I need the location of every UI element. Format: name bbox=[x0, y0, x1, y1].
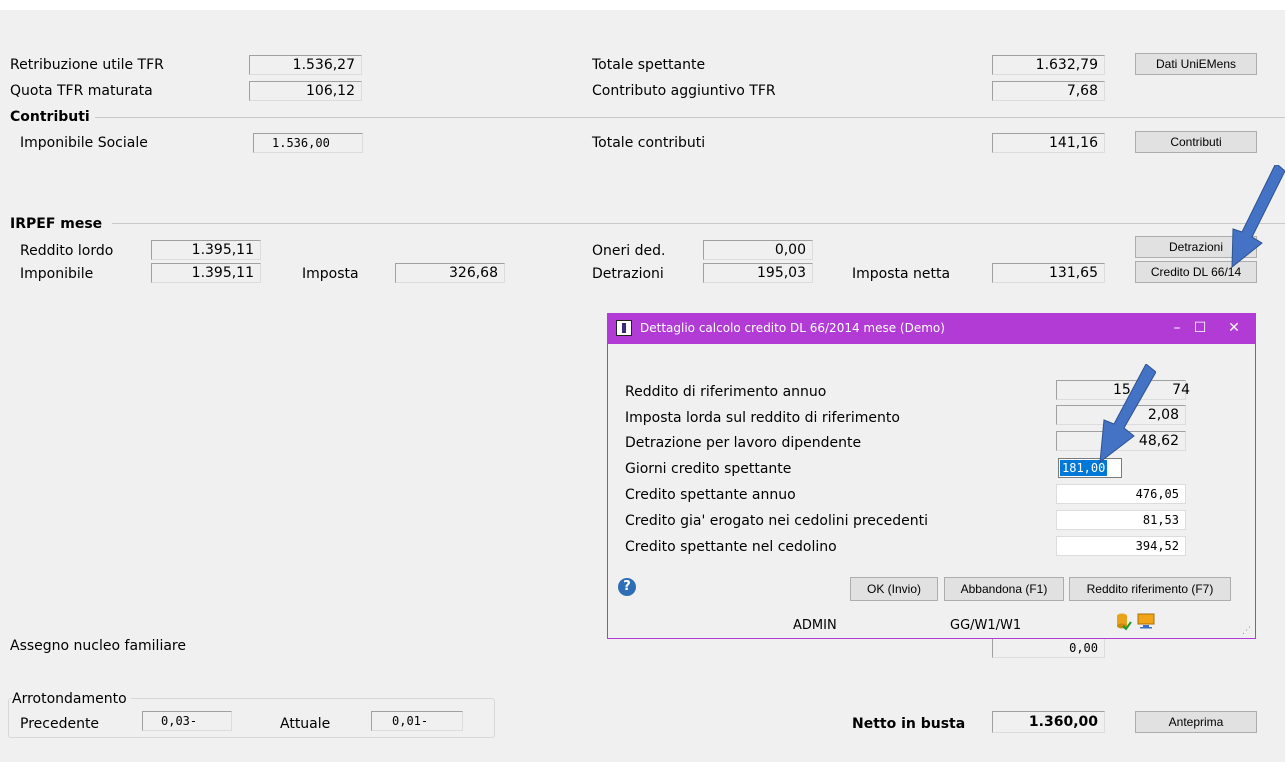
credito-annuo-field[interactable]: 476,05 bbox=[1056, 484, 1186, 504]
dialog-row-label: Credito spettante annuo bbox=[625, 487, 796, 503]
anteprima-button[interactable]: Anteprima bbox=[1135, 711, 1257, 733]
top-bar bbox=[0, 0, 1285, 10]
irpef-separator bbox=[112, 223, 1285, 224]
totale-contributi-label: Totale contributi bbox=[592, 135, 706, 151]
ok-button[interactable]: OK (Invio) bbox=[850, 577, 938, 601]
assegno-label: Assegno nucleo familiare bbox=[10, 638, 186, 654]
imposta-netta-label: Imposta netta bbox=[852, 266, 951, 282]
database-check-icon bbox=[1117, 613, 1132, 631]
abbandona-button[interactable]: Abbandona (F1) bbox=[944, 577, 1064, 601]
quota-tfr-field: 106,12 bbox=[249, 81, 362, 101]
retribuzione-label: Retribuzione utile TFR bbox=[10, 57, 164, 73]
quota-tfr-label: Quota TFR maturata bbox=[10, 83, 153, 99]
dialog-row-label: Reddito di riferimento annuo bbox=[625, 384, 827, 400]
totale-contributi-field: 141,16 bbox=[992, 133, 1105, 153]
detrazioni-field: 195,03 bbox=[703, 263, 813, 283]
totale-spettante-label: Totale spettante bbox=[592, 57, 706, 73]
maximize-icon[interactable]: ☐ bbox=[1189, 318, 1211, 338]
annotation-arrow-icon bbox=[1231, 165, 1285, 269]
credito-dialog: Dettaglio calcolo credito DL 66/2014 mes… bbox=[607, 313, 1256, 639]
imposta-label: Imposta bbox=[302, 266, 359, 282]
imponibile-sociale-label: Imponibile Sociale bbox=[20, 135, 148, 151]
contributo-aggiuntivo-label: Contributo aggiuntivo TFR bbox=[592, 83, 776, 99]
contributi-separator bbox=[95, 117, 1285, 118]
oneri-ded-label: Oneri ded. bbox=[592, 243, 666, 259]
reddito-value-tail: 74 bbox=[1172, 382, 1190, 398]
netto-label: Netto in busta bbox=[852, 716, 966, 732]
arrotondamento-title: Arrotondamento bbox=[12, 690, 131, 708]
close-icon[interactable]: ✕ bbox=[1223, 318, 1245, 338]
imponibile-label: Imponibile bbox=[20, 266, 94, 282]
credito-erogato-field[interactable]: 81,53 bbox=[1056, 510, 1186, 530]
retribuzione-field: 1.536,27 bbox=[249, 55, 362, 75]
oneri-ded-field: 0,00 bbox=[703, 240, 813, 260]
reddito-lordo-field: 1.395,11 bbox=[151, 240, 261, 260]
attuale-label: Attuale bbox=[280, 716, 331, 732]
dialog-titlebar: Dettaglio calcolo credito DL 66/2014 mes… bbox=[608, 314, 1255, 344]
status-path: GG/W1/W1 bbox=[950, 618, 1022, 633]
imposta-field: 326,68 bbox=[395, 263, 505, 283]
resize-grip-icon[interactable]: ⋰ bbox=[1242, 626, 1251, 636]
netto-field: 1.360,00 bbox=[992, 711, 1105, 733]
dialog-title: Dettaglio calcolo credito DL 66/2014 mes… bbox=[640, 321, 945, 335]
reddito-riferimento-button[interactable]: Reddito riferimento (F7) bbox=[1069, 577, 1231, 601]
help-icon[interactable]: ? bbox=[618, 578, 636, 596]
irpef-section-title: IRPEF mese bbox=[10, 216, 103, 232]
annotation-arrow-icon bbox=[1099, 364, 1156, 464]
status-user: ADMIN bbox=[793, 618, 837, 633]
credito-cedolino-field[interactable]: 394,52 bbox=[1056, 536, 1186, 556]
app-icon bbox=[616, 320, 632, 336]
contributi-button[interactable]: Contributi bbox=[1135, 131, 1257, 153]
imposta-netta-field: 131,65 bbox=[992, 263, 1105, 283]
monitor-icon bbox=[1137, 613, 1155, 629]
totale-spettante-field: 1.632,79 bbox=[992, 55, 1105, 75]
dialog-row-label: Imposta lorda sul reddito di riferimento bbox=[625, 410, 900, 426]
imponibile-field: 1.395,11 bbox=[151, 263, 261, 283]
attuale-field: 0,01- bbox=[371, 711, 463, 731]
contributi-section-title: Contributi bbox=[10, 109, 90, 125]
dati-uniemens-button[interactable]: Dati UniEMens bbox=[1135, 53, 1257, 75]
dialog-row-label: Detrazione per lavoro dipendente bbox=[625, 435, 862, 451]
assegno-field: 0,00 bbox=[992, 638, 1105, 658]
detrazioni-label: Detrazioni bbox=[592, 266, 664, 282]
reddito-lordo-label: Reddito lordo bbox=[20, 243, 114, 259]
precedente-label: Precedente bbox=[20, 716, 100, 732]
imponibile-sociale-field: 1.536,00 bbox=[253, 133, 363, 153]
dialog-row-label: Credito spettante nel cedolino bbox=[625, 539, 837, 555]
dialog-row-label: Giorni credito spettante bbox=[625, 461, 792, 477]
minimize-icon[interactable]: – bbox=[1166, 318, 1188, 338]
contributo-aggiuntivo-field: 7,68 bbox=[992, 81, 1105, 101]
precedente-field: 0,03- bbox=[142, 711, 232, 731]
dialog-row-label: Credito gia' erogato nei cedolini preced… bbox=[625, 513, 928, 529]
